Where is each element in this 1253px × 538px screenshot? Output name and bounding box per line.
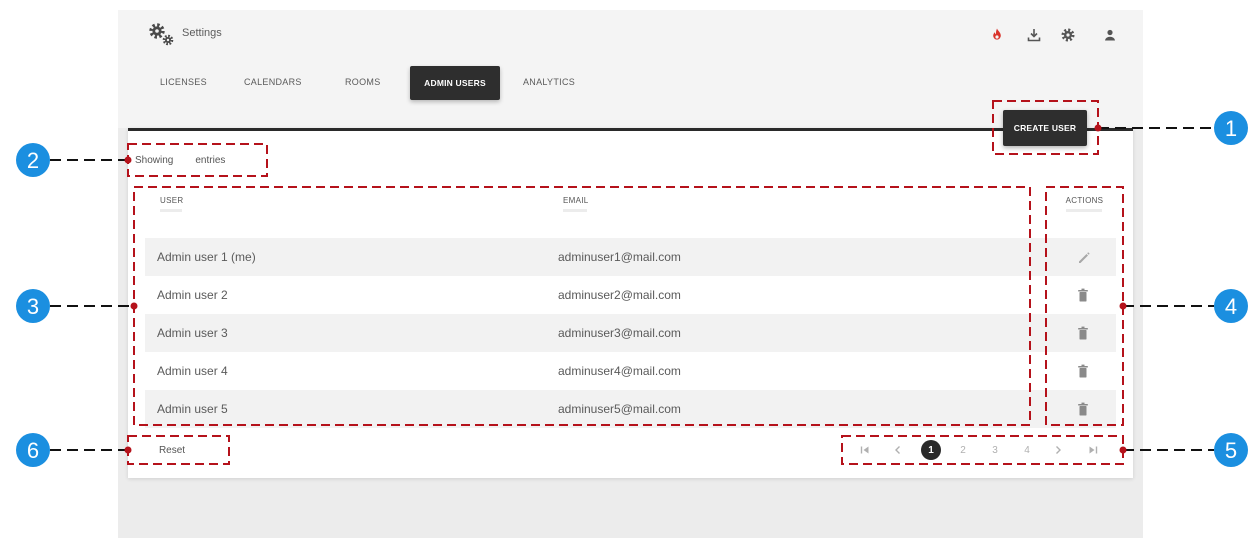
tab-licenses[interactable]: LICENSES xyxy=(160,77,207,87)
entries-prefix: Showing xyxy=(135,155,174,166)
page-button-2[interactable]: 2 xyxy=(953,440,973,460)
user-name-cell: Admin user 3 xyxy=(157,326,228,340)
annotation-number-4: 4 xyxy=(1225,294,1237,319)
annotation-badge-1 xyxy=(1214,111,1248,145)
user-name-cell: Admin user 1 (me) xyxy=(157,250,256,264)
delete-icon[interactable] xyxy=(1075,287,1091,303)
entries-suffix: entries xyxy=(195,155,226,166)
annotation-badge-4 xyxy=(1214,289,1248,323)
entries-control: Showing entries xyxy=(135,154,225,168)
column-header-email[interactable]: EMAIL xyxy=(563,196,589,206)
user-email-cell: adminuser2@mail.com xyxy=(558,288,681,302)
last-page-icon[interactable] xyxy=(1083,440,1103,460)
annotation-number-2: 2 xyxy=(27,148,39,173)
table-row[interactable]: Admin user 3 adminuser3@mail.com xyxy=(145,314,1116,352)
delete-icon[interactable] xyxy=(1075,325,1091,341)
user-email-cell: adminuser5@mail.com xyxy=(558,402,681,416)
annotation-badge-2 xyxy=(16,143,50,177)
user-name-cell: Admin user 4 xyxy=(157,364,228,378)
annotation-badge-6 xyxy=(16,433,50,467)
edit-icon[interactable] xyxy=(1075,249,1091,265)
download-icon[interactable] xyxy=(1026,27,1042,43)
page-button-4[interactable]: 4 xyxy=(1017,440,1037,460)
prev-page-icon[interactable] xyxy=(888,440,908,460)
email-column-hint xyxy=(563,209,587,212)
next-page-icon[interactable] xyxy=(1048,440,1068,460)
table-row[interactable]: Admin user 4 adminuser4@mail.com xyxy=(145,352,1116,390)
screenshot: Settings LICENSES CALENDARS ROOMS ADMIN … xyxy=(0,0,1253,538)
reset-button[interactable]: Reset xyxy=(142,440,202,460)
app-title: Settings xyxy=(182,27,222,39)
table-row[interactable]: Admin user 5 adminuser5@mail.com xyxy=(145,390,1116,428)
user-email-cell: adminuser4@mail.com xyxy=(558,364,681,378)
tab-analytics[interactable]: ANALYTICS xyxy=(523,77,575,87)
table-row[interactable]: Admin user 2 adminuser2@mail.com xyxy=(145,276,1116,314)
create-user-button[interactable]: CREATE USER xyxy=(1003,110,1087,146)
first-page-icon[interactable] xyxy=(855,440,875,460)
delete-icon[interactable] xyxy=(1075,401,1091,417)
annotation-number-5: 5 xyxy=(1225,438,1237,463)
user-column-hint xyxy=(160,209,182,212)
table-row[interactable]: Admin user 1 (me) adminuser1@mail.com xyxy=(145,238,1116,276)
user-icon[interactable] xyxy=(1102,27,1118,43)
annotation-badge-5 xyxy=(1214,433,1248,467)
annotation-number-6: 6 xyxy=(27,438,39,463)
column-header-actions: ACTIONS xyxy=(1065,196,1104,205)
gears-icon xyxy=(149,23,174,46)
annotation-badge-3 xyxy=(16,289,50,323)
annotation-number-1: 1 xyxy=(1225,116,1237,141)
delete-icon[interactable] xyxy=(1075,363,1091,379)
user-name-cell: Admin user 2 xyxy=(157,288,228,302)
entries-per-page-select[interactable] xyxy=(175,155,193,167)
tab-calendars[interactable]: CALENDARS xyxy=(244,77,302,87)
tab-admin-users[interactable]: ADMIN USERS xyxy=(410,66,500,100)
user-email-cell: adminuser3@mail.com xyxy=(558,326,681,340)
gear-icon[interactable] xyxy=(1060,27,1076,43)
actions-column-hint xyxy=(1066,209,1102,212)
user-email-cell: adminuser1@mail.com xyxy=(558,250,681,264)
user-name-cell: Admin user 5 xyxy=(157,402,228,416)
alert-icon[interactable] xyxy=(989,27,1005,43)
tab-rooms[interactable]: ROOMS xyxy=(345,77,381,87)
annotation-number-3: 3 xyxy=(27,294,39,319)
page-button-3[interactable]: 3 xyxy=(985,440,1005,460)
column-header-user[interactable]: USER xyxy=(160,196,183,206)
page-button-1[interactable]: 1 xyxy=(921,440,941,460)
